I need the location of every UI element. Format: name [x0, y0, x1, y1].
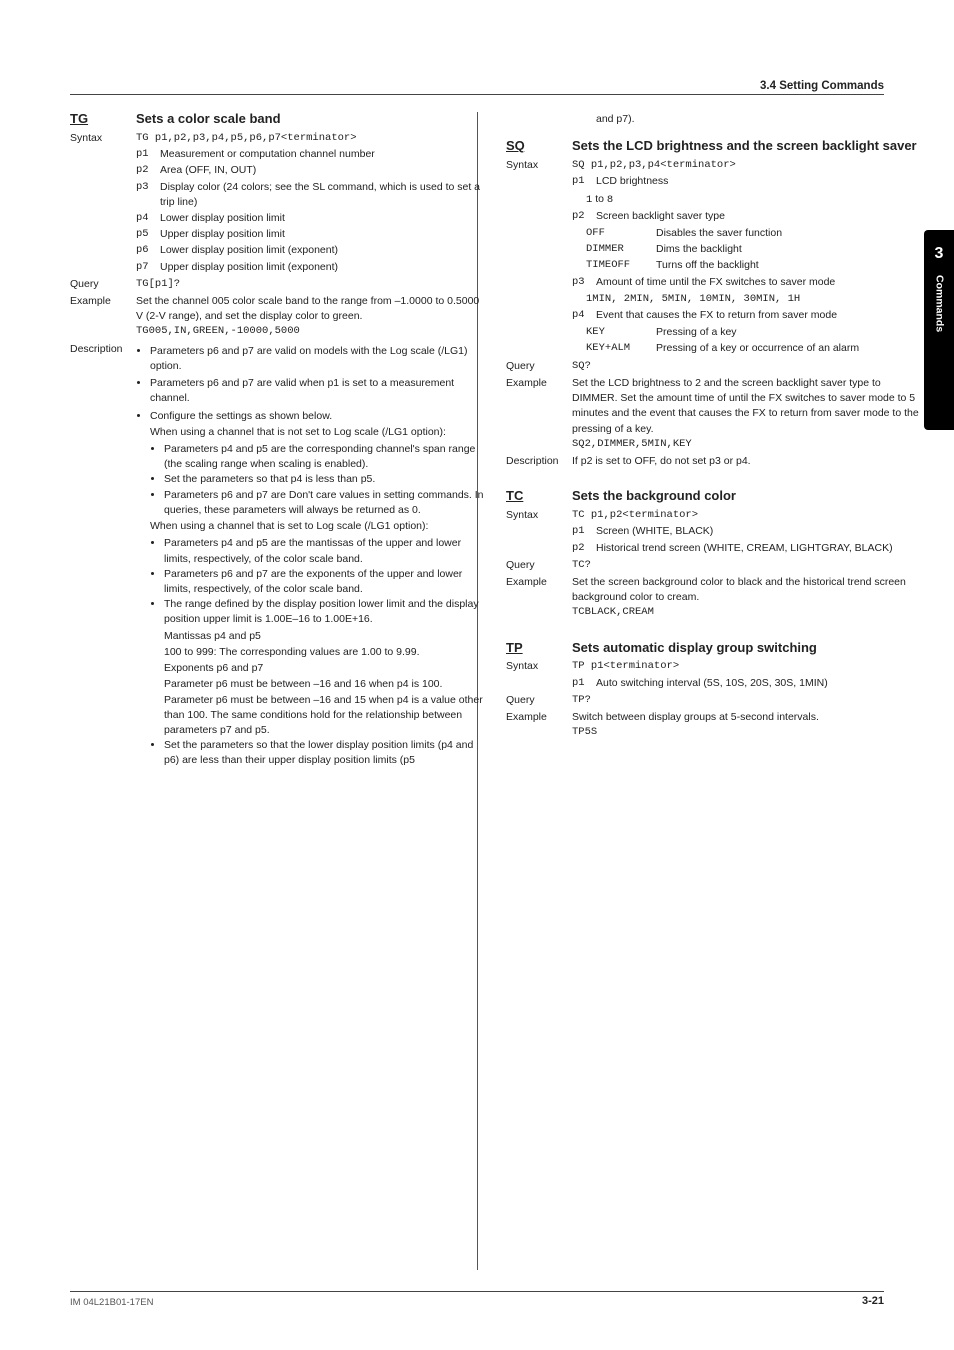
sq-name: SQ	[506, 137, 572, 156]
list-item: Parameters p6 and p7 are Don't care valu…	[164, 488, 488, 518]
tc-example-text: Set the screen background color to black…	[572, 575, 924, 605]
bottom-rule	[70, 1291, 884, 1292]
section-header: 3.4 Setting Commands	[760, 78, 884, 95]
footer-page: 3-21	[862, 1294, 884, 1310]
list-item: Set the parameters so that p4 is less th…	[164, 472, 488, 487]
sq-example-text: Set the LCD brightness to 2 and the scre…	[572, 376, 924, 437]
sq-example-code: SQ2,DIMMER,5MIN,KEY	[572, 437, 924, 452]
list-item: Parameters p6 and p7 are valid on models…	[150, 344, 488, 374]
tp-syntax: TP p1<terminator>	[572, 659, 924, 674]
syntax-label: Syntax	[70, 131, 136, 146]
chapter-number: 3	[935, 242, 944, 265]
right-column: and p7). SQ Sets the LCD brightness and …	[506, 110, 924, 789]
tc-example-code: TCBLACK,CREAM	[572, 605, 924, 620]
top-rule	[70, 94, 884, 95]
tg-example-code: TG005,IN,GREEN,-10000,5000	[136, 324, 488, 339]
tc-block: TC Sets the background color Syntax TC p…	[506, 487, 924, 620]
tp-block: TP Sets automatic display group switchin…	[506, 639, 924, 741]
sq-query: SQ?	[572, 359, 924, 374]
list-item: The range defined by the display positio…	[164, 597, 488, 738]
tp-query: TP?	[572, 693, 924, 708]
tg-query: TG[p1]?	[136, 277, 488, 292]
sq-desc: If p2 is set to OFF, do not set p3 or p4…	[572, 454, 924, 469]
tp-title: Sets automatic display group switching	[572, 639, 924, 658]
tp-example-code: TP5S	[572, 725, 924, 740]
tg-title: Sets a color scale band	[136, 110, 488, 129]
sq-title: Sets the LCD brightness and the screen b…	[572, 137, 924, 156]
tc-title: Sets the background color	[572, 487, 924, 506]
tp-name: TP	[506, 639, 572, 658]
tg-syntax: TG p1,p2,p3,p4,p5,p6,p7<terminator>	[136, 131, 488, 146]
tc-name: TC	[506, 487, 572, 506]
query-label: Query	[70, 277, 136, 292]
tc-query: TC?	[572, 558, 924, 573]
list-item: Configure the settings as shown below. W…	[150, 409, 488, 769]
footer-doc-id: IM 04L21B01-17EN	[70, 1296, 153, 1310]
sq-syntax: SQ p1,p2,p3,p4<terminator>	[572, 158, 924, 173]
tg-block: TG Sets a color scale band Syntax TG p1,…	[70, 110, 488, 771]
chapter-label: Commands	[931, 275, 946, 332]
tg-example-text: Set the channel 005 color scale band to …	[136, 294, 488, 324]
side-tab: 3 Commands	[924, 230, 954, 430]
list-item: Parameters p4 and p5 are the correspondi…	[164, 442, 488, 472]
list-item: Parameters p6 and p7 are the exponents o…	[164, 567, 488, 597]
list-item: Set the parameters so that the lower dis…	[164, 738, 488, 768]
tc-syntax: TC p1,p2<terminator>	[572, 508, 924, 523]
list-item: Parameters p6 and p7 are valid when p1 i…	[150, 376, 488, 406]
list-item: Parameters p4 and p5 are the mantissas o…	[164, 536, 488, 566]
tp-example-text: Switch between display groups at 5-secon…	[572, 710, 924, 725]
tg-name: TG	[70, 110, 136, 129]
sq-block: SQ Sets the LCD brightness and the scree…	[506, 137, 924, 469]
left-column: TG Sets a color scale band Syntax TG p1,…	[70, 110, 488, 789]
example-label: Example	[70, 294, 136, 309]
description-label: Description	[70, 342, 136, 357]
continuation-text: and p7).	[572, 112, 924, 127]
